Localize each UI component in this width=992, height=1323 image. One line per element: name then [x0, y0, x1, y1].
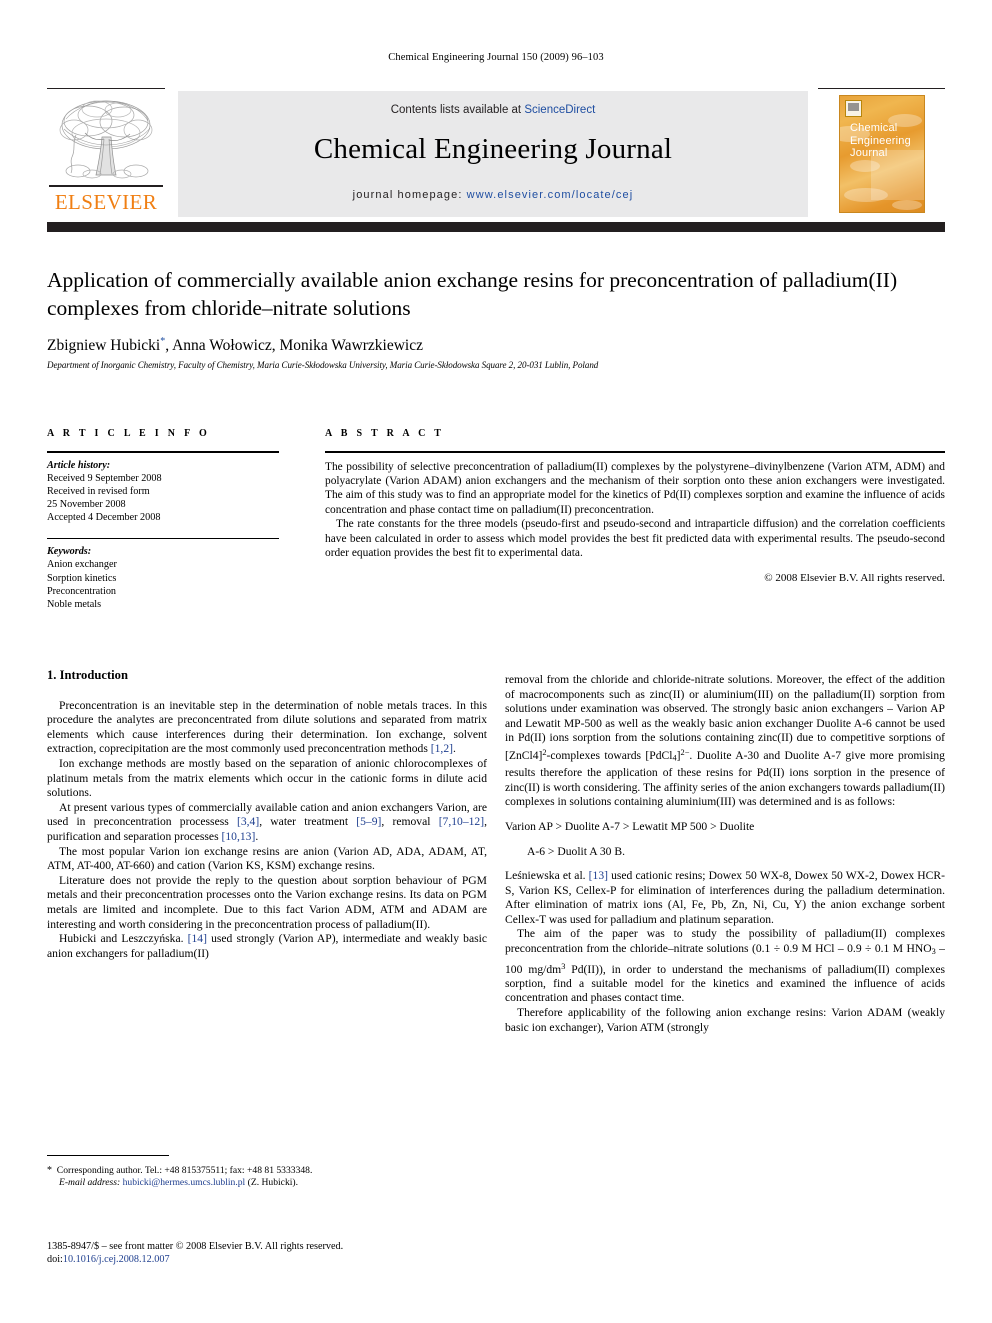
doi-link[interactable]: 10.1016/j.cej.2008.12.007 [63, 1254, 170, 1265]
article-history-label: Article history: [47, 459, 111, 471]
body-paragraph: Ion exchange methods are mostly based on… [47, 756, 487, 800]
body-paragraph: removal from the chloride and chloride-n… [505, 673, 945, 809]
body-paragraph: Leśniewska et al. [13] used cationic res… [505, 869, 945, 926]
author-primary: Zbigniew Hubicki [47, 337, 161, 355]
cover-title-line-1: Chemical [850, 122, 898, 134]
body-column-left: 1. Introduction Preconcentration is an i… [47, 668, 487, 961]
body-paragraph: The most popular Varion ion exchange res… [47, 844, 487, 873]
masthead-divider-bar [47, 222, 945, 232]
journal-homepage-line: journal homepage: www.elsevier.com/locat… [178, 189, 808, 201]
cover-elsevier-mark-icon [845, 100, 862, 117]
article-first-page: Chemical Engineering Journal 150 (2009) … [0, 0, 992, 1323]
body-paragraph: Preconcentration is an inevitable step i… [47, 698, 487, 756]
journal-homepage-link[interactable]: www.elsevier.com/locate/cej [467, 189, 634, 201]
title-block: Application of commercially available an… [47, 266, 945, 370]
body-paragraph: The aim of the paper was to study the po… [505, 927, 946, 1005]
email-owner: (Z. Hubicki). [247, 1177, 298, 1189]
keyword-item: Noble metals [47, 599, 102, 611]
citation-ref[interactable]: [13] [589, 869, 608, 882]
keyword-item: Sorption kinetics [47, 572, 117, 584]
cover-title-line-2: Engineering [850, 134, 911, 147]
corresponding-author-text: Corresponding author. Tel.: +48 81537551… [56, 1165, 313, 1176]
citation-ref[interactable]: [1,2] [431, 742, 453, 755]
history-line: 25 November 2008 [47, 499, 126, 511]
running-head: Chemical Engineering Journal 150 (2009) … [388, 52, 604, 63]
citation-ref[interactable]: [7,10–12] [439, 815, 484, 828]
abstract-paragraph: The rate constants for the three models … [325, 518, 945, 560]
abstract-column: A B S T R A C T The possibility of selec… [325, 428, 945, 586]
affiliation: Department of Inorganic Chemistry, Facul… [47, 360, 599, 371]
homepage-prefix: journal homepage: [352, 189, 467, 201]
email-link[interactable]: hubicki@hermes.umcs.lublin.pl [123, 1177, 246, 1188]
abstract-body: The possibility of selective preconcentr… [325, 453, 945, 586]
history-line: Received in revised form [47, 486, 150, 497]
imprint-block: 1385-8947/$ – see front matter © 2008 El… [47, 1240, 487, 1267]
author-others: , Anna Wołowicz, Monika Wawrzkiewicz [165, 337, 423, 355]
section-heading-introduction: 1. Introduction [47, 668, 128, 682]
elsevier-wordmark: ELSEVIER [54, 190, 158, 214]
issn-front-matter: 1385-8947/$ – see front matter © 2008 El… [47, 1241, 344, 1252]
contents-available-line: Contents lists available at ScienceDirec… [178, 104, 808, 116]
affinity-series: Varion AP > Duolite A-7 > Lewatit MP 500… [505, 820, 945, 859]
citation-ref[interactable]: [10,13] [222, 830, 256, 843]
cover-title-line-3: Journal [850, 147, 888, 159]
sciencedirect-link[interactable]: ScienceDirect [524, 104, 595, 116]
footnote-block: * Corresponding author. Tel.: +48 815375… [47, 1155, 487, 1189]
body-paragraph: At present various types of commercially… [47, 800, 487, 843]
article-info-heading: A R T I C L E I N F O [47, 428, 211, 439]
history-line: Received 9 September 2008 [47, 472, 162, 484]
journal-masthead: ELSEVIER Contents lists available at Sci… [47, 88, 945, 221]
elsevier-logo-rule [49, 185, 163, 187]
affinity-series-line-2: A-6 > Duolit A 30 B. [527, 844, 626, 858]
keyword-item: Preconcentration [47, 585, 117, 597]
email-label: E-mail address: [59, 1177, 121, 1189]
citation-ref[interactable]: [5–9] [356, 815, 381, 828]
body-column-right: removal from the chloride and chloride-n… [505, 673, 945, 1035]
keywords-block: Keywords: Anion exchanger Sorption kinet… [47, 539, 279, 611]
affinity-series-line-1: Varion AP > Duolite A-7 > Lewatit MP 500… [505, 819, 755, 833]
article-history: Article history: Received 9 September 20… [47, 453, 279, 525]
cover-image: Chemical Engineering Journal [839, 95, 925, 213]
corresponding-author-note: * Corresponding author. Tel.: +48 815375… [47, 1165, 487, 1189]
citation-ref[interactable]: [14] [188, 932, 207, 945]
article-info-column: A R T I C L E I N F O Article history: R… [47, 428, 279, 611]
body-paragraph: Hubicki and Leszczyńska. [14] used stron… [47, 932, 487, 960]
keywords-label: Keywords: [47, 546, 92, 558]
cover-title-text: Chemical Engineering Journal [850, 122, 922, 160]
keyword-item: Anion exchanger [47, 559, 117, 571]
abstract-heading: A B S T R A C T [325, 428, 445, 439]
journal-title: Chemical Engineering Journal [313, 133, 673, 165]
journal-band: Contents lists available at ScienceDirec… [178, 91, 808, 217]
footnote-rule [47, 1155, 169, 1156]
body-paragraph: Therefore applicability of the following… [505, 1006, 945, 1034]
author-list: Zbigniew Hubicki*, Anna Wołowicz, Monika… [47, 336, 945, 355]
doi-label: doi: [47, 1254, 63, 1266]
journal-cover-thumbnail: Chemical Engineering Journal [818, 88, 945, 221]
footnote-marker: * [47, 1165, 52, 1176]
body-paragraph: Literature does not provide the reply to… [47, 873, 487, 931]
doi-line: doi:10.1016/j.cej.2008.12.007 [47, 1253, 487, 1266]
abstract-copyright: © 2008 Elsevier B.V. All rights reserved… [764, 572, 945, 585]
elsevier-logo: ELSEVIER [47, 88, 165, 221]
contents-prefix: Contents lists available at [390, 104, 525, 116]
elsevier-tree-icon [52, 95, 160, 190]
page-title: Application of commercially available an… [47, 268, 898, 320]
history-line: Accepted 4 December 2008 [47, 512, 161, 524]
citation-ref[interactable]: [3,4] [237, 815, 259, 828]
abstract-paragraph: The possibility of selective preconcentr… [325, 460, 945, 516]
